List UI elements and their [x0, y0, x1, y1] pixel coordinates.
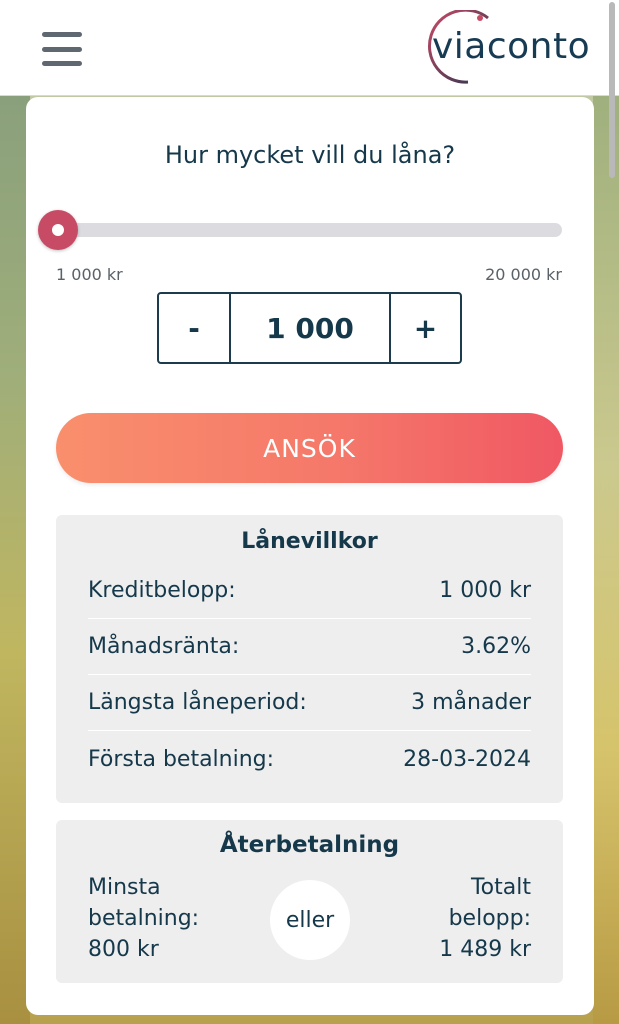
slider-min-label: 1 000 kr [56, 265, 123, 284]
total-amount-value: 1 489 kr [439, 937, 531, 962]
terms-row: Kreditbelopp: 1 000 kr [88, 563, 531, 619]
loan-terms-panel: Lånevillkor Kreditbelopp: 1 000 kr Månad… [56, 515, 563, 803]
terms-row: Månadsränta: 3.62% [88, 619, 531, 675]
or-badge: eller [270, 880, 350, 960]
amount-slider-handle[interactable] [38, 210, 78, 250]
terms-row-label: Kreditbelopp: [88, 578, 236, 603]
logo[interactable]: viaconto [418, 10, 608, 84]
terms-row-value: 1 000 kr [439, 578, 531, 603]
minimum-payment-value: 800 kr [88, 937, 159, 962]
total-amount-label-line1: Totalt [470, 875, 531, 900]
scrollbar[interactable] [609, 2, 615, 178]
background-right [593, 96, 619, 1024]
terms-row: Längsta låneperiod: 3 månader [88, 675, 531, 731]
slider-max-label: 20 000 kr [485, 265, 562, 284]
apply-button[interactable]: ANSÖK [56, 413, 563, 483]
decrease-button[interactable]: - [159, 294, 231, 362]
amount-stepper: - 1 000 + [157, 292, 462, 364]
repayment-title: Återbetalning [219, 832, 400, 858]
repayment-panel: Återbetalning Minsta betalning: 800 kr e… [56, 820, 563, 983]
terms-row-value: 3.62% [461, 634, 531, 659]
minimum-payment-label-line1: Minsta [88, 875, 161, 900]
increase-button[interactable]: + [389, 294, 460, 362]
amount-slider-track[interactable] [44, 223, 562, 237]
minimum-payment-label-line2: betalning: [88, 906, 200, 931]
loan-calculator-card: Hur mycket vill du låna? 1 000 kr 20 000… [26, 97, 594, 1015]
loan-question: Hur mycket vill du låna? [164, 141, 456, 169]
amount-input[interactable]: 1 000 [231, 294, 389, 362]
header: Ansök i din kundprofil viaconto [0, 0, 619, 96]
total-amount-label-line2: belopp: [448, 906, 531, 931]
terms-row: Första betalning: 28-03-2024 [88, 731, 531, 787]
terms-row-label: Månadsränta: [88, 634, 240, 659]
logo-text: viaconto [432, 26, 591, 67]
terms-row-label: Längsta låneperiod: [88, 690, 307, 715]
terms-row-label: Första betalning: [88, 746, 275, 772]
menu-icon[interactable] [42, 32, 82, 66]
total-amount: Totalt belopp: 1 489 kr [439, 872, 531, 965]
minimum-payment: Minsta betalning: 800 kr [88, 872, 199, 965]
terms-title: Lånevillkor [241, 529, 378, 554]
terms-row-value: 3 månader [411, 690, 531, 715]
terms-row-value: 28-03-2024 [403, 746, 531, 772]
